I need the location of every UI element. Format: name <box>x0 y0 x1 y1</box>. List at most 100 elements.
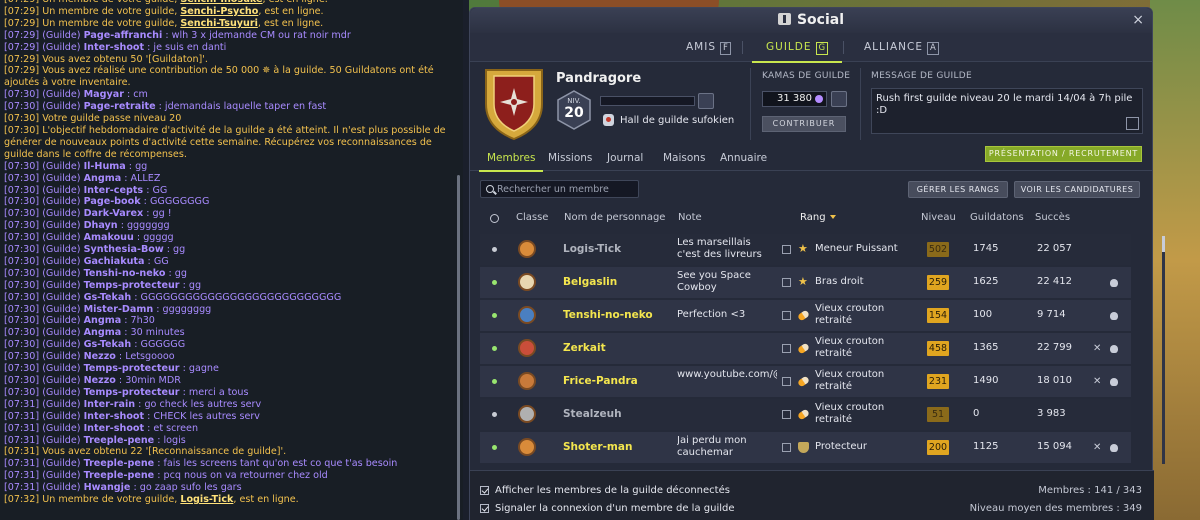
close-button[interactable]: × <box>1132 12 1144 28</box>
edit-note-icon[interactable] <box>782 278 791 287</box>
chat-message: : jdemandais laquelle taper en fast <box>155 101 327 113</box>
tab-amis[interactable]: AMIS F <box>686 33 731 62</box>
chat-username[interactable]: Hwangje <box>84 482 131 493</box>
col-rank[interactable]: Rang <box>800 212 836 223</box>
subtab-missions[interactable]: Missions <box>548 152 592 164</box>
view-applications-button[interactable]: VOIR LES CANDIDATURES <box>1014 181 1140 198</box>
col-guildatons[interactable]: Guildatons <box>970 212 1024 223</box>
table-row[interactable]: Logis-Tick Les marseillais c'est des livr… <box>480 234 1131 265</box>
chat-username[interactable]: Angma <box>84 173 122 184</box>
chat-username[interactable]: Dhayn <box>84 220 118 231</box>
chat-username[interactable]: Treeple-pene <box>84 458 155 469</box>
chat-username[interactable]: Inter-shoot <box>84 423 145 434</box>
col-success[interactable]: Succès <box>1035 212 1070 223</box>
subtab-journal[interactable]: Journal <box>607 152 643 164</box>
guild-hall[interactable]: Hall de guilde sufokien <box>620 115 734 126</box>
chat-line: [07:31] (Guilde) Hwangje : go zaap sufo … <box>4 482 459 494</box>
edit-note-icon[interactable] <box>782 443 791 452</box>
chat-username[interactable]: Mister-Damn <box>84 304 154 315</box>
tab-alliance[interactable]: ALLIANCE A <box>864 33 939 62</box>
chat-timestamp: [07:30] <box>4 327 40 339</box>
chat-username[interactable]: Inter-shoot <box>84 42 145 53</box>
chat-username[interactable]: Treeple-pene <box>84 470 155 481</box>
edit-note-icon[interactable] <box>782 344 791 353</box>
chat-username[interactable]: Temps-protecteur <box>84 363 180 374</box>
chat-username[interactable]: Gachiakuta <box>84 256 145 267</box>
window-titlebar[interactable]: Social × <box>470 8 1152 33</box>
chat-username[interactable]: Senchi-Psycho <box>180 6 258 17</box>
chat-username[interactable]: Page-book <box>84 196 141 207</box>
table-row[interactable]: Tenshi-no-neko Perfection <3 Vieux crouton… <box>480 300 1131 331</box>
chat-username[interactable]: Dark-Varex <box>84 208 144 219</box>
chat-username[interactable]: Amakouu <box>84 232 134 243</box>
search-input[interactable] <box>497 182 635 196</box>
chat-username[interactable]: Tenshi-no-neko <box>84 268 166 279</box>
member-search[interactable] <box>480 180 639 198</box>
chat-username[interactable]: Page-retraite <box>84 101 156 112</box>
chat-line: [07:31] Vous avez obtenu 22 '[Reconnaiss… <box>4 446 459 458</box>
chat-username[interactable]: Nezzo <box>84 375 116 386</box>
table-row[interactable]: Zerkait Vieux crouton retraité 458 1365 22 7… <box>480 333 1131 364</box>
chat-username[interactable]: Angma <box>84 315 122 326</box>
edit-note-icon[interactable] <box>782 410 791 419</box>
table-row[interactable]: Belgaslin See you Space Cowboy ★ Bras droit… <box>480 267 1131 298</box>
edit-note-icon[interactable] <box>782 311 791 320</box>
chat-username[interactable]: Inter-cepts <box>84 185 144 196</box>
edit-message-icon[interactable] <box>1126 117 1139 130</box>
chat-message: : gg <box>165 267 187 279</box>
chat-message: Un membre de votre guilde, <box>39 0 180 5</box>
show-offline-checkbox[interactable] <box>480 486 489 495</box>
member-name[interactable]: Shoter-man <box>563 441 632 453</box>
manage-ranks-button[interactable]: GÉRER LES RANGS <box>908 181 1008 198</box>
chat-username[interactable]: Senchi-Tsuyuri <box>180 18 258 29</box>
tab-guilde[interactable]: GUILDE G <box>751 33 843 63</box>
table-row[interactable]: Stealzeuh Vieux crouton retraité 51 0 3 983 <box>480 399 1131 430</box>
chat-username[interactable]: Gs-Tekah <box>84 292 132 303</box>
chat-username[interactable]: Nezzo <box>84 351 116 362</box>
table-scrollbar[interactable] <box>1162 236 1165 252</box>
col-name[interactable]: Nom de personnage <box>564 212 665 223</box>
subtab-annuaire[interactable]: Annuaire <box>720 152 767 164</box>
col-class[interactable]: Classe <box>516 212 548 223</box>
recruitment-button[interactable]: PRÉSENTATION / RECRUTEMENT <box>985 146 1142 162</box>
table-row[interactable]: Frice-Pandra www.youtube.com/@FricexPandr… <box>480 366 1131 397</box>
chat-timestamp: [07:31] <box>4 410 40 422</box>
col-note[interactable]: Note <box>678 212 702 223</box>
chat-username[interactable]: Temps-protecteur <box>84 387 180 398</box>
chat-scrollbar[interactable] <box>457 175 460 520</box>
member-name[interactable]: Zerkait <box>563 342 606 354</box>
chat-message: , est en ligne. <box>257 17 324 29</box>
chat-username[interactable]: Magyar <box>84 89 124 100</box>
edit-note-icon[interactable] <box>782 377 791 386</box>
col-level[interactable]: Niveau <box>921 212 956 223</box>
contribute-button[interactable]: CONTRIBUER <box>762 116 846 132</box>
chat-message: : gggggggg <box>153 303 212 315</box>
member-name[interactable]: Frice-Pandra <box>563 375 638 387</box>
subtab-membres[interactable]: Membres <box>478 152 544 172</box>
member-name[interactable]: Stealzeuh <box>563 408 622 420</box>
chat-username[interactable]: Inter-rain <box>84 399 136 410</box>
member-name[interactable]: Tenshi-no-neko <box>563 309 653 321</box>
table-row[interactable]: Shoter-man Jai perdu mon cauchemar Protect… <box>480 432 1131 463</box>
chat-message: : GG <box>144 255 169 267</box>
subtab-maisons[interactable]: Maisons <box>663 152 705 164</box>
chat-username[interactable]: Temps-protecteur <box>84 280 180 291</box>
chat-username[interactable]: Logis-Tick <box>180 494 233 505</box>
member-name[interactable]: Belgaslin <box>563 276 617 288</box>
notify-login-checkbox[interactable] <box>480 504 489 513</box>
chat-username[interactable]: Senchi-Inosuke <box>180 0 262 5</box>
chat-username[interactable]: Synthesia-Bow <box>84 244 164 255</box>
chat-username[interactable]: Angma <box>84 327 122 338</box>
chat-username[interactable]: Page-affranchi <box>84 30 163 41</box>
clock-icon[interactable] <box>490 214 499 223</box>
member-name[interactable]: Logis-Tick <box>563 243 621 255</box>
chat-username[interactable]: Inter-shoot <box>84 411 145 422</box>
chat-username[interactable]: Treeple-pene <box>84 435 155 446</box>
chat-channel-tag: (Guilde) <box>39 458 84 470</box>
chat-message: : ggggg <box>133 232 174 244</box>
chat-username[interactable]: Il-Huma <box>84 161 126 172</box>
guild-chest-button[interactable] <box>698 93 714 109</box>
chat-username[interactable]: Gs-Tekah <box>84 339 132 350</box>
edit-note-icon[interactable] <box>782 245 791 254</box>
kamas-chest-button[interactable] <box>831 91 847 107</box>
